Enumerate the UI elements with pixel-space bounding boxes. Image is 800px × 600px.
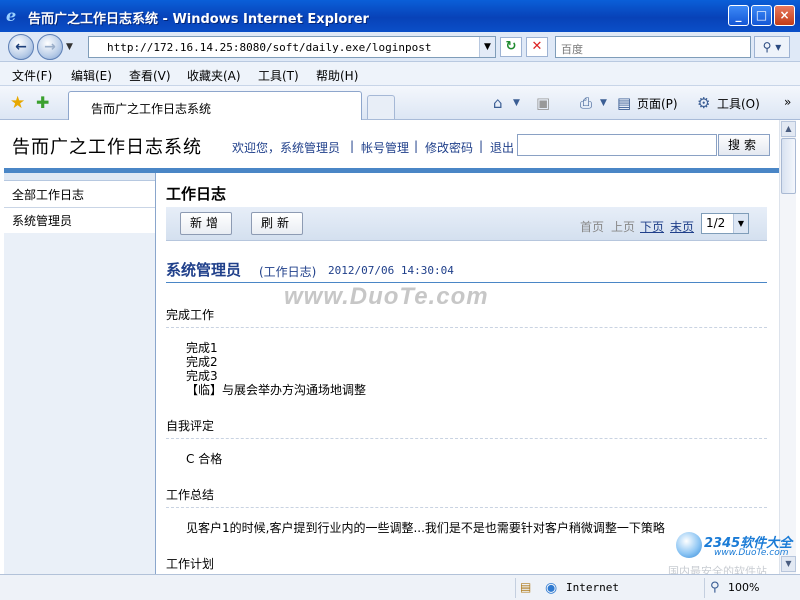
menu-help[interactable]: 帮助(H) — [316, 67, 358, 84]
menu-bar: 文件(F) 编辑(E) 查看(V) 收藏夹(A) 工具(T) 帮助(H) — [0, 62, 800, 86]
logout-link[interactable]: 退出 — [490, 139, 514, 156]
sidebar-item-all-logs[interactable]: 全部工作日志 — [4, 182, 155, 208]
page-icon: ▤ — [617, 94, 632, 112]
account-manage-link[interactable]: 帐号管理 — [361, 139, 409, 156]
section-line: 完成2 — [186, 355, 218, 369]
window-title: 告而广之工作日志系统 - Windows Internet Explorer — [28, 12, 369, 27]
print-icon[interactable]: ⎙ — [580, 94, 592, 112]
window-titlebar: e 告而广之工作日志系统 - Windows Internet Explorer… — [0, 0, 800, 32]
zoom-level[interactable]: 100% — [728, 581, 759, 594]
page-select[interactable]: 1/2 ▼ — [701, 213, 749, 234]
page-title: 工作日志 — [166, 185, 227, 203]
vertical-scrollbar[interactable]: ▲ ▼ — [779, 120, 796, 574]
web-page: 告而广之工作日志系统 欢迎您，系统管理员 | 帐号管理 | 修改密码 | 退出 … — [4, 120, 779, 574]
url-dropdown-icon[interactable]: ▼ — [479, 37, 495, 57]
globe-icon: ◉ — [545, 580, 558, 596]
tab-current[interactable]: 告而广之工作日志系统 — [68, 91, 362, 120]
entry-author[interactable]: 系统管理员 — [166, 259, 241, 280]
sidebar-item-admin[interactable]: 系统管理员 — [4, 208, 155, 234]
section-line: 完成3 — [186, 369, 218, 383]
logo-ball-icon — [676, 532, 702, 558]
site-title: 告而广之工作日志系统 — [12, 137, 202, 158]
section-line: 完成1 — [186, 341, 218, 355]
url-input[interactable]: http://172.16.14.25:8080/soft/daily.exe/… — [88, 36, 496, 58]
maximize-button[interactable]: □ — [751, 5, 772, 26]
menu-tools[interactable]: 工具(T) — [258, 67, 299, 84]
pager-last[interactable]: 末页 — [670, 218, 694, 235]
back-button[interactable]: ← — [8, 34, 34, 60]
section-line: C 合格 — [186, 452, 223, 466]
history-dropdown-icon[interactable]: ▼ — [66, 42, 73, 52]
browser-refresh-icon[interactable]: ↻ — [500, 37, 522, 57]
pager-next[interactable]: 下页 — [640, 218, 664, 235]
tab-bar: ★ ✚ 告而广之工作日志系统 ⌂ ▼ ▣ ⎙ ▼ ▤ 页面(P) ⚙ 工具(O)… — [0, 86, 800, 120]
section-line: 【临】与展会举办方沟通场地调整 — [186, 383, 367, 397]
browser-search-icon[interactable]: ⚲ ▾ — [754, 36, 790, 58]
link-separator: | — [414, 139, 419, 153]
site-header: 告而广之工作日志系统 欢迎您，系统管理员 | 帐号管理 | 修改密码 | 退出 … — [4, 120, 779, 168]
link-separator: | — [350, 139, 355, 153]
welcome-text: 欢迎您，系统管理员 — [232, 141, 341, 155]
status-divider — [515, 578, 516, 598]
log-toolbar: 新增 刷新 首页 上页 下页 末页 1/2 ▼ — [166, 207, 767, 241]
menu-favorites[interactable]: 收藏夹(A) — [187, 67, 241, 84]
minimize-button[interactable]: _ — [728, 5, 749, 26]
menu-edit[interactable]: 编辑(E) — [71, 67, 112, 84]
zoom-icon[interactable]: ⚲ — [710, 580, 720, 595]
change-password-link[interactable]: 修改密码 — [425, 139, 473, 156]
favorites-star-icon[interactable]: ★ — [10, 93, 25, 113]
tools-gear-icon: ⚙ — [697, 94, 711, 112]
chevron-down-icon: ▼ — [733, 214, 748, 233]
zone-text: Internet — [566, 581, 619, 594]
pager-prev: 上页 — [611, 220, 636, 234]
refresh-button[interactable]: 刷新 — [251, 212, 303, 235]
add-button[interactable]: 新增 — [180, 212, 232, 235]
entry-header: 系统管理员 (工作日志) 2012/07/06 14:30:04 — [166, 259, 767, 283]
entry-type: (工作日志) — [259, 265, 317, 279]
sidebar-background — [4, 233, 155, 574]
sidebar: 全部工作日志 系统管理员 — [4, 173, 156, 574]
search-placeholder: 百度 — [561, 43, 583, 56]
menu-view[interactable]: 查看(V) — [129, 67, 171, 84]
logo-line2: www.DuoTe.com — [714, 548, 789, 558]
home-dropdown-icon[interactable]: ▼ — [513, 98, 520, 108]
stop-icon[interactable]: ✕ — [526, 37, 548, 57]
status-divider — [704, 578, 705, 598]
pager-first: 首页 — [580, 220, 605, 234]
add-favorite-icon[interactable]: ✚ — [36, 93, 49, 112]
tab-label: 告而广之工作日志系统 — [91, 102, 212, 116]
section-title: 自我评定 — [166, 417, 767, 439]
print-dropdown-icon[interactable]: ▼ — [600, 98, 607, 108]
address-bar: ← → ▼ http://172.16.14.25:8080/soft/dail… — [0, 32, 800, 62]
main-content: 工作日志 新增 刷新 首页 上页 下页 末页 1/2 ▼ 系统管理员 (工作日志… — [166, 173, 771, 574]
page-menu[interactable]: 页面(P) — [637, 95, 678, 112]
protected-mode-icon: ▤ — [520, 580, 532, 594]
scroll-up-icon[interactable]: ▲ — [781, 121, 796, 137]
home-icon[interactable]: ⌂ — [493, 94, 503, 112]
sidebar-top-strip — [4, 173, 155, 181]
section-line: 见客户1的时候,客户提到行业内的一些调整...我们是不是也需要针对客户稍微调整一… — [186, 521, 665, 535]
section-title: 工作总结 — [166, 486, 767, 508]
corner-logo: 2345软件大全 www.DuoTe.com 国内最安全的软件站 — [668, 528, 798, 578]
page-select-value: 1/2 — [706, 216, 726, 230]
site-search-input[interactable] — [517, 134, 717, 156]
menu-file[interactable]: 文件(F) — [12, 67, 52, 84]
browser-search-input[interactable]: 百度 — [555, 36, 751, 58]
url-text: http://172.16.14.25:8080/soft/daily.exe/… — [107, 41, 432, 54]
close-button[interactable]: × — [774, 5, 795, 26]
chevron-more-icon[interactable]: » — [784, 95, 791, 109]
section-title: 完成工作 — [166, 306, 767, 328]
new-tab-button[interactable] — [367, 95, 395, 119]
link-separator: | — [479, 139, 484, 153]
ie-logo-icon: e — [6, 6, 17, 25]
status-bar: ▤ ◉ Internet ⚲ 100% — [0, 574, 800, 600]
scroll-thumb[interactable] — [781, 138, 796, 194]
feeds-icon[interactable]: ▣ — [536, 94, 550, 112]
tools-menu[interactable]: 工具(O) — [717, 95, 760, 112]
forward-button[interactable]: → — [37, 34, 63, 60]
entry-date: 2012/07/06 14:30:04 — [328, 264, 454, 277]
site-search-button[interactable]: 搜索 — [718, 134, 770, 156]
